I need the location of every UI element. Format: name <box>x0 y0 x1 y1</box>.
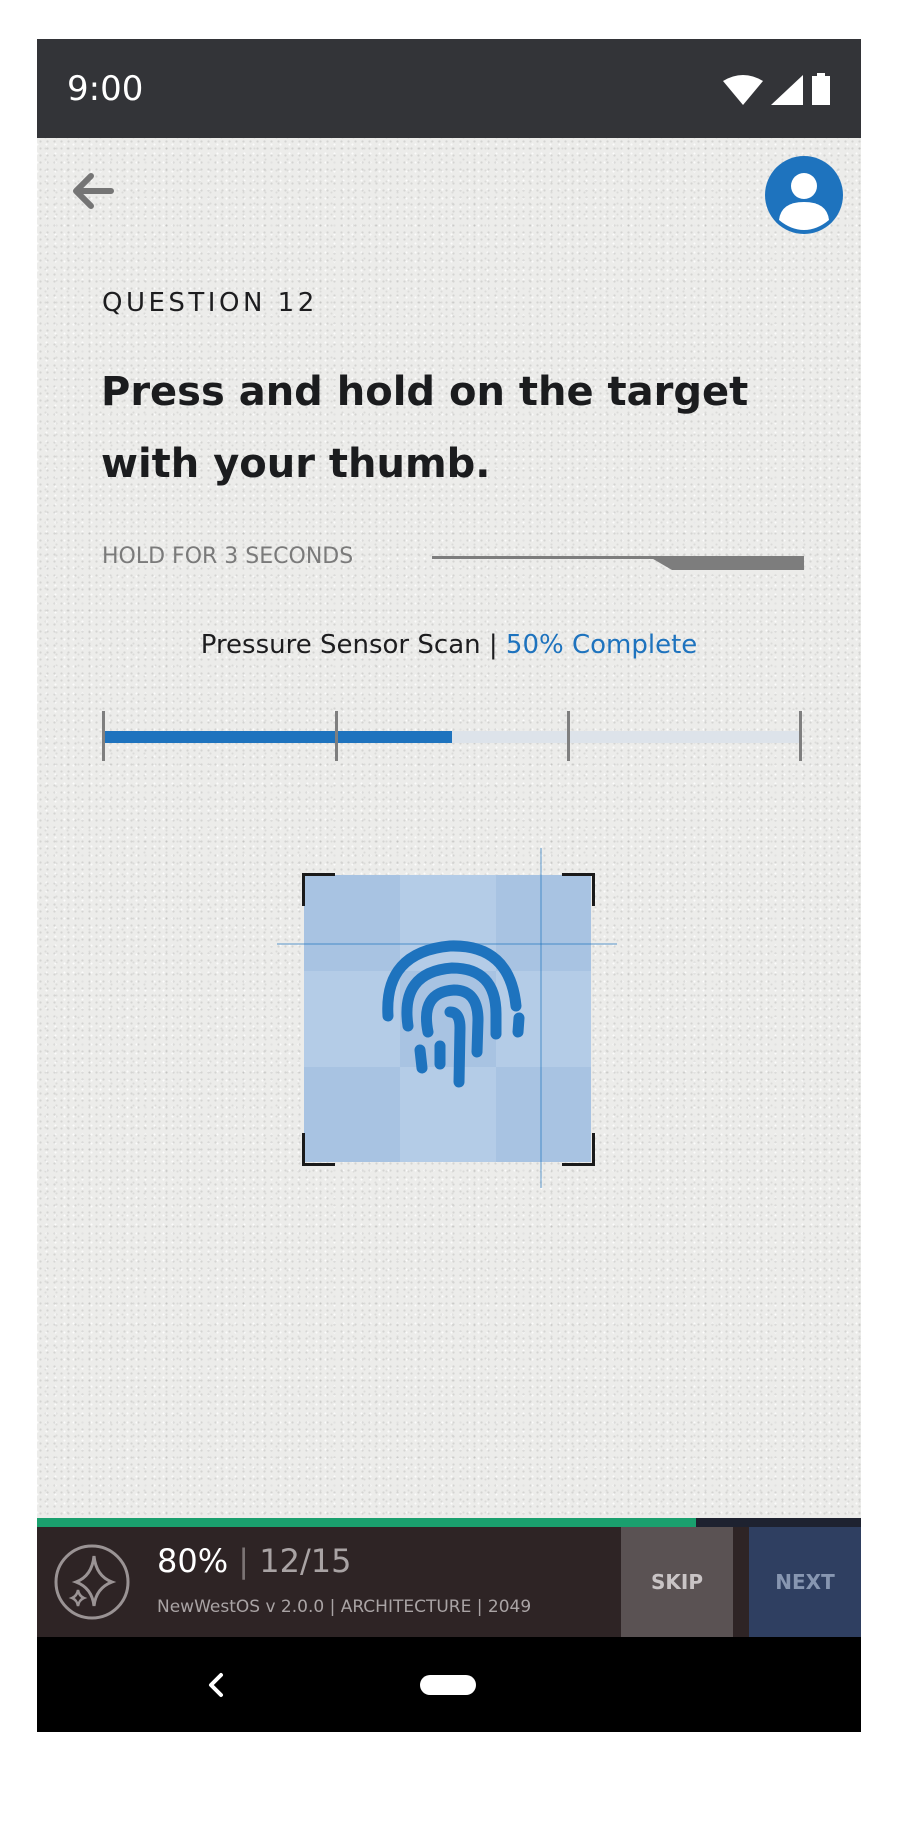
crosshair-vertical <box>540 848 542 1188</box>
progress-summary: 80% | 12/15 <box>157 1542 351 1580</box>
overall-progress-fill <box>37 1518 697 1527</box>
sparkle-logo-icon <box>54 1544 130 1620</box>
scan-progress-tick <box>102 711 105 761</box>
profile-button[interactable] <box>765 156 843 234</box>
home-pill-icon[interactable] <box>420 1675 476 1695</box>
back-button[interactable] <box>67 166 117 216</box>
system-nav-bar <box>37 1637 861 1732</box>
status-time: 9:00 <box>67 69 144 109</box>
scan-progress-tick <box>567 711 570 761</box>
question-prompt: Press and hold on the target with your t… <box>101 369 749 487</box>
progress-separator: | <box>228 1542 260 1580</box>
nav-back-icon[interactable] <box>199 1667 235 1703</box>
target-corner <box>302 1133 335 1166</box>
bottom-progress-bar: 80% | 12/15 NewWestOS v 2.0.0 | ARCHITEC… <box>37 1518 861 1637</box>
fingerprint-target[interactable] <box>277 848 617 1188</box>
question-number: QUESTION 12 <box>102 288 318 318</box>
hold-timer-graphic <box>432 556 804 570</box>
target-corner <box>562 1133 595 1166</box>
skip-button[interactable]: SKIP <box>621 1527 733 1637</box>
scan-status: Pressure Sensor Scan | 50% Complete <box>37 630 861 660</box>
scan-progress-tick <box>335 711 338 761</box>
scan-progress-bar <box>102 711 802 761</box>
battery-icon <box>812 73 830 105</box>
status-icons <box>723 71 831 105</box>
scan-percent: 50% Complete <box>505 630 698 660</box>
wifi-icon <box>723 75 763 105</box>
progress-percent: 80% <box>157 1542 229 1580</box>
hold-instruction: HOLD FOR 3 SECONDS <box>102 544 354 569</box>
scan-separator: | <box>480 630 506 660</box>
next-button[interactable]: NEXT <box>749 1527 861 1637</box>
question-count: 12/15 <box>259 1542 352 1580</box>
phone-screen: 9:00 QUESTION 12 Press and hold on the t… <box>37 39 861 1732</box>
signal-icon <box>771 75 803 105</box>
target-corner <box>562 873 595 906</box>
app-meta: NewWestOS v 2.0.0 | ARCHITECTURE | 2049 <box>157 1597 532 1617</box>
fingerprint-icon <box>382 940 525 1088</box>
scan-progress-fill <box>102 731 452 743</box>
target-corner <box>302 873 335 906</box>
arrow-left-icon <box>73 173 114 209</box>
user-avatar-icon <box>779 173 829 230</box>
scan-progress-tick <box>799 711 802 761</box>
question-screen: QUESTION 12 Press and hold on the target… <box>37 138 861 1518</box>
scan-label: Pressure Sensor Scan <box>200 630 481 660</box>
status-bar: 9:00 <box>37 39 861 138</box>
